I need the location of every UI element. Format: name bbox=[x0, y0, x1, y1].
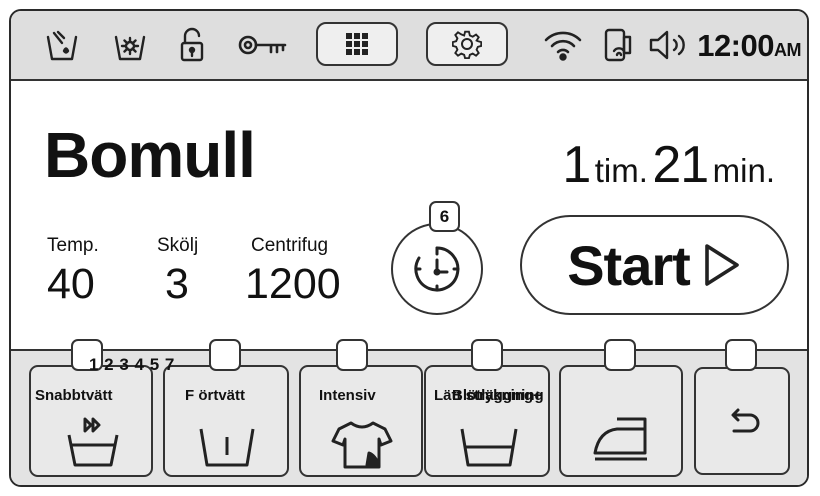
detergent-icon bbox=[44, 27, 80, 63]
start-button[interactable]: Start bbox=[520, 215, 789, 315]
start-label: Start bbox=[567, 233, 691, 297]
child-lock-icon bbox=[112, 27, 148, 63]
back-arrow-icon bbox=[731, 408, 760, 433]
option-quick-wash[interactable]: Snabbtvätt bbox=[29, 365, 153, 477]
option-intensive[interactable]: Intensiv bbox=[299, 365, 423, 477]
param-rinse-value: 3 bbox=[165, 260, 189, 308]
program-name[interactable]: Bomull bbox=[44, 123, 256, 187]
prewash-icon bbox=[199, 428, 255, 467]
play-icon bbox=[704, 244, 739, 286]
option-prewash-checkbox[interactable] bbox=[209, 339, 241, 371]
param-rinse[interactable]: Skölj 3 bbox=[157, 235, 198, 306]
param-spin-label: Centrifug bbox=[251, 235, 329, 256]
unlocked-padlock-icon bbox=[174, 27, 210, 63]
option-easy-iron-checkbox[interactable] bbox=[471, 339, 503, 371]
param-rinse-label: Skölj bbox=[157, 235, 199, 256]
back-button[interactable] bbox=[694, 367, 790, 475]
wifi-icon bbox=[543, 27, 583, 63]
clock: 12:00AM bbox=[697, 28, 801, 64]
checkbox-caption: 1 2 3 4 5 7 bbox=[89, 355, 175, 374]
washer-display: 12:00AM Bomull 1 tim. 21 min. Temp. 40 S… bbox=[9, 9, 809, 487]
option-prewash[interactable]: F örtvätt bbox=[163, 365, 289, 477]
delay-timer-button[interactable] bbox=[391, 223, 483, 315]
quick-wash-icon bbox=[67, 417, 119, 467]
time-minutes: 21 bbox=[652, 136, 709, 194]
param-spin-value: 1200 bbox=[245, 260, 341, 308]
time-minutes-unit: min. bbox=[712, 152, 775, 189]
option-intensive-checkbox[interactable] bbox=[336, 339, 368, 371]
time-hours: 1 bbox=[562, 136, 591, 194]
option-intensive-label: Intensiv bbox=[319, 387, 376, 404]
param-temp[interactable]: Temp. 40 bbox=[47, 235, 99, 306]
timer-clock-icon bbox=[414, 246, 460, 292]
clock-time: 12:00 bbox=[697, 28, 774, 63]
settings-gear-icon bbox=[452, 30, 482, 59]
easy-iron-basin-icon bbox=[460, 428, 518, 467]
clock-ampm: AM bbox=[774, 40, 802, 60]
back-checkbox[interactable] bbox=[725, 339, 757, 371]
grid-menu-icon bbox=[346, 33, 368, 55]
grid-menu-button[interactable] bbox=[316, 22, 398, 66]
option-easy-iron-soak[interactable]: Lätt strykning+ Blötläggning bbox=[424, 365, 550, 477]
option-quick-wash-label: Snabbtvätt bbox=[35, 387, 113, 404]
iron-icon bbox=[593, 417, 647, 461]
status-bar: 12:00AM bbox=[11, 11, 807, 81]
param-spin[interactable]: Centrifug 1200 bbox=[245, 235, 341, 306]
option-iron[interactable] bbox=[559, 365, 683, 477]
option-prewash-label: F örtvätt bbox=[185, 387, 245, 404]
speaker-icon bbox=[647, 27, 693, 63]
param-temp-value: 40 bbox=[47, 260, 95, 308]
remote-control-icon bbox=[600, 27, 636, 63]
key-icon bbox=[237, 27, 289, 63]
param-temp-label: Temp. bbox=[47, 235, 99, 256]
delay-hours-badge: 6 bbox=[429, 201, 460, 232]
option-soak-label: Blötläggning bbox=[452, 387, 544, 404]
option-iron-checkbox[interactable] bbox=[604, 339, 636, 371]
settings-button[interactable] bbox=[426, 22, 508, 66]
intensive-shirt-icon bbox=[331, 421, 393, 469]
remaining-time: 1 tim. 21 min. bbox=[562, 139, 775, 191]
time-hours-unit: tim. bbox=[594, 152, 648, 189]
